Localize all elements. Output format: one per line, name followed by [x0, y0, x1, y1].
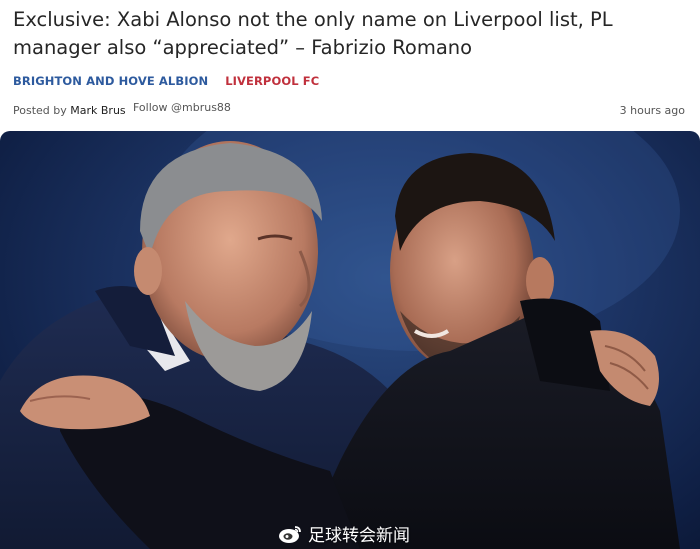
watermark: 足球转会新闻 — [278, 521, 410, 546]
tag-liverpool[interactable]: LIVERPOOL FC — [225, 74, 319, 88]
photo-illustration — [0, 131, 680, 549]
tag-brighton[interactable]: BRIGHTON AND HOVE ALBION — [13, 74, 208, 88]
follow-author-link[interactable]: Follow @mbrus88 — [133, 101, 231, 114]
author-link[interactable]: Mark Brus — [70, 104, 125, 117]
byline: Posted by Mark Brus Follow @mbrus88 3 ho… — [13, 101, 685, 119]
article-headline: Exclusive: Xabi Alonso not the only name… — [13, 8, 613, 59]
posted-by-label: Posted by — [13, 104, 67, 117]
watermark-text: 足球转会新闻 — [308, 526, 410, 546]
tag-list: BRIGHTON AND HOVE ALBION LIVERPOOL FC — [13, 74, 319, 88]
posted-by: Posted by Mark Brus — [13, 104, 126, 117]
article-photo — [0, 131, 700, 549]
weibo-icon — [278, 524, 302, 544]
timestamp: 3 hours ago — [619, 104, 685, 117]
